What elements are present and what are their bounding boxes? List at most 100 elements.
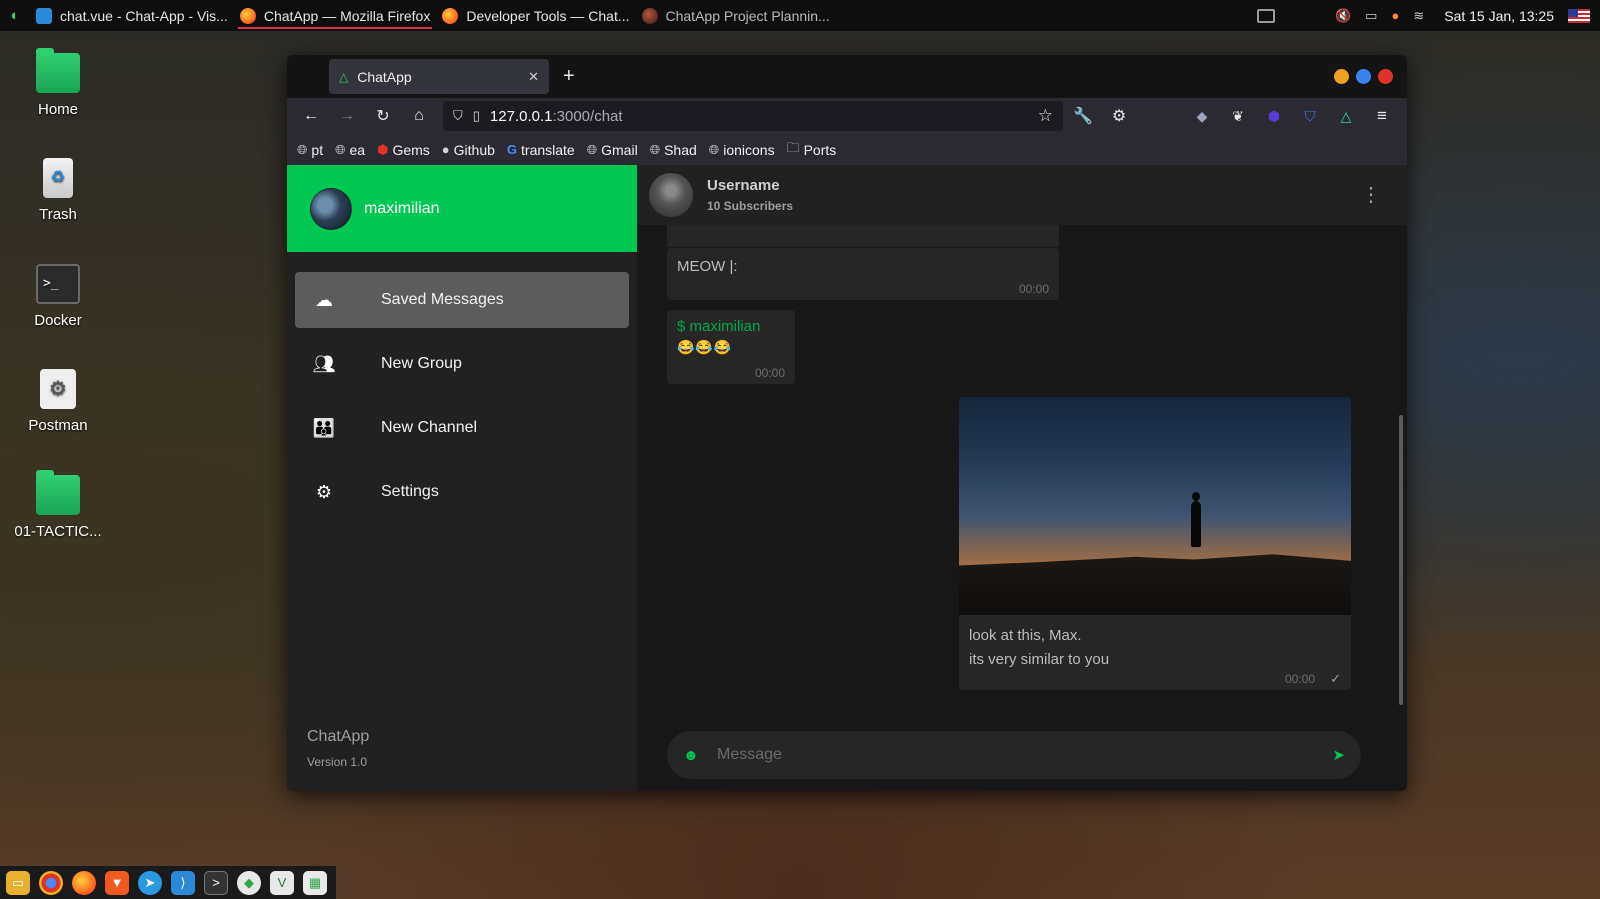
hamburger-menu-icon[interactable]: ≡: [1369, 103, 1395, 129]
taskbar-item-planning[interactable]: ChatApp Project Plannin...: [636, 0, 836, 31]
file-manager-icon[interactable]: ▭: [6, 870, 30, 895]
message-text: 😂😂😂: [677, 339, 733, 355]
desktop-icon-tactic-folder[interactable]: 01-TACTIC...: [8, 470, 108, 540]
new-tab-button[interactable]: +: [563, 65, 575, 88]
avatar[interactable]: [310, 187, 352, 230]
bookmark-star-icon[interactable]: ☆: [1038, 106, 1053, 126]
wifi-icon[interactable]: ≋: [1413, 8, 1424, 24]
more-vertical-icon[interactable]: ⋮: [1361, 185, 1381, 205]
bookmark-label: ionicons: [723, 141, 775, 158]
app-launcher-icon[interactable]: ▦: [303, 870, 327, 895]
taskbar-item-devtools[interactable]: Developer Tools — Chat...: [436, 0, 635, 31]
sidebar-item-saved-messages[interactable]: ☁ Saved Messages: [295, 272, 629, 328]
bookmark-folder-ports[interactable]: 🗀 Ports: [787, 139, 837, 161]
message-sender[interactable]: $ maximilian: [677, 318, 785, 335]
chatapp-favicon-icon: △: [339, 69, 349, 84]
emoji-icon[interactable]: ☻: [683, 747, 701, 764]
firefox-icon[interactable]: [72, 870, 96, 895]
close-tab-icon[interactable]: ✕: [528, 69, 539, 85]
shield-icon[interactable]: ⛉: [453, 108, 463, 124]
chat-info[interactable]: Username 10 Subscribers: [707, 177, 793, 213]
sidebar-item-new-channel[interactable]: 👪︎ New Channel: [295, 400, 629, 456]
task-label: ChatApp — Mozilla Firefox: [263, 7, 431, 24]
system-menu-icon[interactable]: ◐: [0, 0, 30, 31]
tab-chatapp[interactable]: △ ChatApp ✕: [329, 59, 549, 94]
desktop-icon-docker[interactable]: >_ Docker: [8, 264, 108, 329]
bookmark-gmail[interactable]: 🌐︎ Gmail: [587, 142, 638, 158]
back-button[interactable]: ←: [295, 102, 327, 130]
firefox-window: △ ChatApp ✕ + ← → ↻ ⌂ ⛉ ▯ 127.0.0.1:3000…: [287, 55, 1407, 791]
sidebar-item-new-group[interactable]: 👥︎ New Group: [295, 336, 629, 392]
extension-3-icon[interactable]: ⬢: [1261, 103, 1287, 129]
battery-icon[interactable]: ▭: [1365, 8, 1377, 24]
bookmark-translate[interactable]: Gtranslate: [507, 142, 575, 158]
window-controls: [1334, 69, 1393, 84]
close-window-button[interactable]: [1378, 69, 1393, 84]
message-bubble[interactable]: MEOW |: 00:00: [667, 248, 1059, 300]
chat-avatar[interactable]: [649, 173, 693, 217]
firefox-icon: [442, 7, 459, 24]
forward-button[interactable]: →: [331, 102, 363, 130]
trash-icon: ♻: [43, 158, 73, 198]
update-alert-icon[interactable]: ●: [1391, 8, 1399, 23]
bookmark-ea[interactable]: 🌐︎ ea: [335, 142, 365, 158]
message-bubble[interactable]: $ maximilian 😂😂😂 00:00: [667, 310, 795, 384]
channel-icon: 👪︎: [312, 417, 336, 438]
photo-hill: [959, 554, 1351, 615]
workspace-switcher-icon[interactable]: [1256, 8, 1275, 23]
extension-1-icon[interactable]: ◆: [1189, 103, 1215, 129]
brave-icon[interactable]: ▼: [105, 870, 129, 895]
sidebar-item-settings[interactable]: ⚙ Settings: [295, 464, 629, 520]
gear-icon[interactable]: ⚙: [1103, 102, 1135, 130]
image-message-bubble[interactable]: look at this, Max. its very similar to y…: [959, 397, 1351, 690]
bookmark-github[interactable]: ● Github: [442, 142, 495, 158]
task-label: chat.vue - Chat-App - Vis...: [60, 7, 228, 24]
desktop-icon-postman[interactable]: ⚙ Postman: [8, 369, 108, 434]
message-composer: ☻ ➤: [667, 731, 1361, 779]
caption-line: look at this, Max.: [969, 627, 1082, 644]
extension-4-icon[interactable]: ⛉: [1297, 103, 1323, 129]
globe-icon: 🌐︎: [586, 141, 598, 157]
bookmark-pt[interactable]: 🌐︎ pt: [297, 142, 323, 158]
chrome-icon[interactable]: [39, 870, 63, 895]
reload-button[interactable]: ↻: [367, 102, 399, 130]
volume-muted-icon[interactable]: 🔇: [1335, 8, 1351, 24]
page-info-icon[interactable]: ▯: [473, 108, 480, 124]
task-label: Developer Tools — Chat...: [466, 7, 630, 24]
extension-5-icon[interactable]: △: [1333, 103, 1359, 129]
cloud-icon: ☁: [315, 289, 333, 310]
bookmarks-toolbar: 🌐︎ pt 🌐︎ ea ⬢ Gems ● Github Gtranslate 🌐︎ Gma…: [287, 134, 1407, 165]
mongodb-icon[interactable]: ◆: [237, 870, 261, 895]
wrench-icon[interactable]: 🔧: [1067, 102, 1099, 130]
desktop-icon-trash[interactable]: ♻ Trash: [8, 158, 108, 223]
keyboard-layout-flag-icon[interactable]: [1568, 8, 1590, 23]
gear-icon: ⚙: [315, 481, 333, 502]
extension-2-icon[interactable]: ❦: [1225, 103, 1251, 129]
bookmark-gems[interactable]: ⬢ Gems: [377, 142, 430, 158]
bookmark-label: Github: [453, 141, 495, 158]
vscode-icon[interactable]: ⟩: [171, 870, 195, 895]
home-button[interactable]: ⌂: [403, 102, 435, 130]
url-bar[interactable]: ⛉ ▯ 127.0.0.1:3000/chat ☆: [443, 101, 1063, 131]
bookmark-ionicons[interactable]: 🌐︎ ionicons: [709, 142, 775, 158]
desktop-icon-home[interactable]: Home: [8, 48, 108, 118]
chat-scrollbar[interactable]: [1399, 415, 1403, 705]
maximize-button[interactable]: [1356, 69, 1371, 84]
message-time: 00:00: [1284, 672, 1315, 686]
minimize-button[interactable]: [1334, 69, 1349, 84]
sunset-photo[interactable]: [959, 397, 1351, 615]
telegram-icon[interactable]: ➤: [138, 870, 162, 895]
tab-title: ChatApp: [357, 68, 412, 85]
message-input[interactable]: [717, 746, 1333, 764]
vim-icon[interactable]: V: [270, 870, 294, 895]
terminal-icon[interactable]: >: [204, 870, 228, 895]
taskbar-item-firefox-chatapp[interactable]: ChatApp — Mozilla Firefox: [234, 0, 437, 31]
sidebar-footer: ChatApp Version 1.0: [307, 728, 369, 769]
taskbar-item-vscode[interactable]: chat.vue - Chat-App - Vis...: [30, 0, 234, 31]
sidebar-item-label: New Group: [381, 355, 462, 372]
globe-icon: 🌐︎: [297, 141, 308, 157]
clock[interactable]: Sat 15 Jan, 13:25: [1444, 8, 1554, 24]
send-icon[interactable]: ➤: [1332, 746, 1345, 764]
bookmark-shad[interactable]: 🌐︎ Shad: [650, 142, 697, 158]
chat-header: Username 10 Subscribers ⋮: [637, 165, 1407, 225]
